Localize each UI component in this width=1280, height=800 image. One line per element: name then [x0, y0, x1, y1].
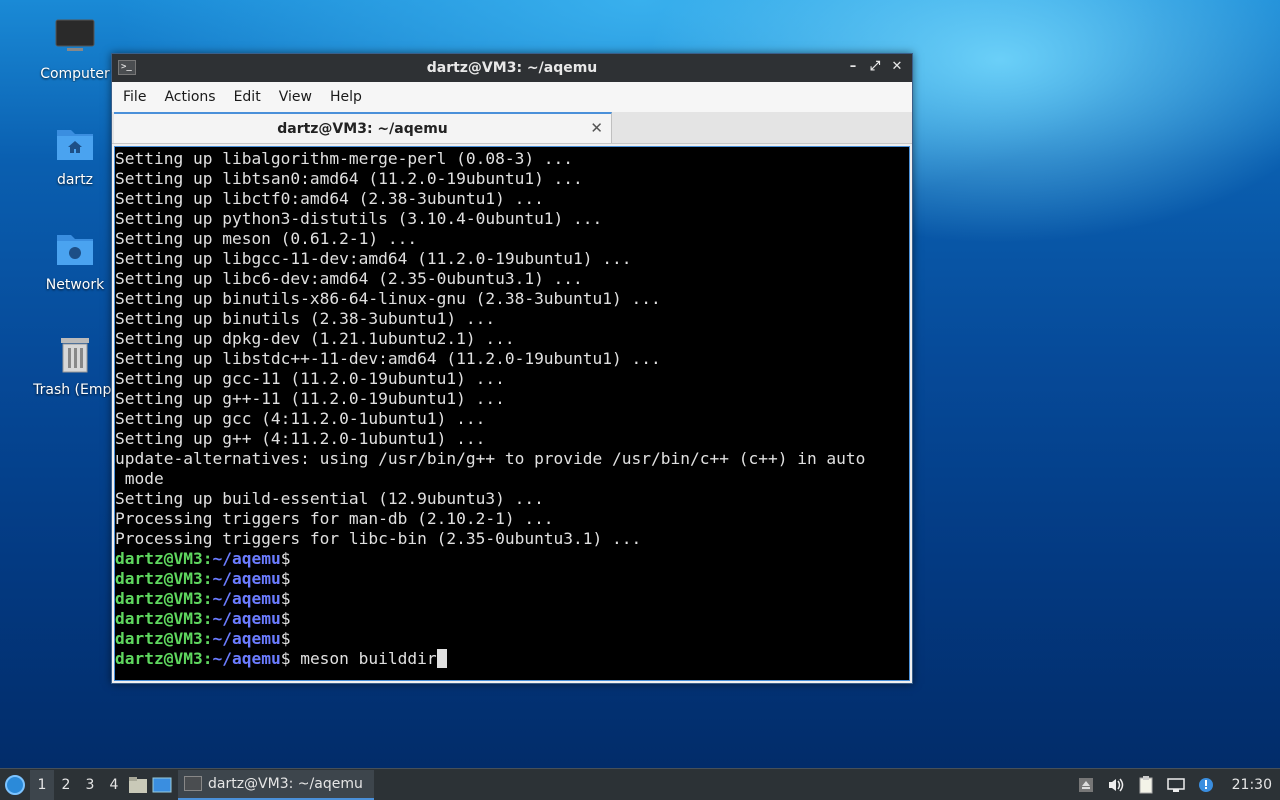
terminal-line: Setting up libctf0:amd64 (2.38-3ubuntu1)… — [115, 189, 544, 208]
workspace-2[interactable]: 2 — [54, 770, 78, 800]
prompt-command: $ meson builddir — [280, 649, 437, 668]
desktop-icon-label: dartz — [56, 172, 94, 188]
terminal-line: Setting up libstdc++-11-dev:amd64 (11.2.… — [115, 349, 661, 368]
taskbar-item-terminal[interactable]: dartz@VM3: ~/aqemu — [178, 769, 374, 800]
prompt-user: dartz@VM3: — [115, 649, 213, 668]
terminal-line: Processing triggers for man-db (2.10.2-1… — [115, 509, 554, 528]
terminal-line: Setting up python3-distutils (3.10.4-0ub… — [115, 209, 603, 228]
desktop-icon-home[interactable]: dartz — [25, 122, 125, 188]
menubar: File Actions Edit View Help — [112, 82, 912, 112]
minimize-button[interactable]: – — [844, 58, 862, 76]
prompt-end: $ — [280, 609, 291, 628]
workspace-3[interactable]: 3 — [78, 770, 102, 800]
prompt-end: $ — [280, 589, 291, 608]
network-folder-icon — [53, 227, 97, 271]
menu-actions[interactable]: Actions — [155, 89, 224, 105]
terminal-line: Setting up binutils-x86-64-linux-gnu (2.… — [115, 289, 661, 308]
terminal-line: Setting up meson (0.61.2-1) ... — [115, 229, 418, 248]
tab-title: dartz@VM3: ~/aqemu — [277, 120, 448, 137]
prompt-user: dartz@VM3: — [115, 629, 213, 648]
workspace-1[interactable]: 1 — [30, 769, 54, 800]
desktop-icon-network[interactable]: Network — [25, 227, 125, 293]
prompt-path: ~/aqemu — [212, 649, 281, 668]
terminal-app-icon[interactable]: >_ — [118, 60, 136, 75]
terminal-line: Setting up build-essential (12.9ubuntu3)… — [115, 489, 544, 508]
workspace-4[interactable]: 4 — [102, 770, 126, 800]
terminal-line: Setting up dpkg-dev (1.21.1ubuntu2.1) ..… — [115, 329, 515, 348]
tab-terminal[interactable]: dartz@VM3: ~/aqemu ✕ — [114, 112, 612, 143]
terminal-window: >_ dartz@VM3: ~/aqemu – ⤢ ✕ File Actions… — [111, 53, 913, 684]
terminal-icon — [184, 776, 202, 791]
window-titlebar[interactable]: >_ dartz@VM3: ~/aqemu – ⤢ ✕ — [112, 54, 912, 82]
close-button[interactable]: ✕ — [888, 58, 906, 76]
system-tray: 21:30 — [1076, 775, 1280, 795]
prompt-end: $ — [280, 569, 291, 588]
taskbar: 1 2 3 4 dartz@VM3: ~/aqemu 21:30 — [0, 768, 1280, 800]
prompt-user: dartz@VM3: — [115, 549, 213, 568]
prompt-user: dartz@VM3: — [115, 589, 213, 608]
prompt-user: dartz@VM3: — [115, 609, 213, 628]
volume-icon[interactable] — [1106, 775, 1126, 795]
terminal-line: Setting up libc6-dev:amd64 (2.35-0ubuntu… — [115, 269, 583, 288]
prompt-end: $ — [280, 549, 291, 568]
maximize-button[interactable]: ⤢ — [866, 58, 884, 76]
desktop-icon-label: Network — [45, 277, 105, 293]
computer-icon — [53, 16, 97, 60]
taskbar-item-label: dartz@VM3: ~/aqemu — [208, 775, 363, 792]
desktop-icon-trash[interactable]: Trash (Empt — [25, 332, 125, 398]
terminal-prompt-line: dartz@VM3:~/aqemu$ — [115, 609, 909, 629]
menu-help[interactable]: Help — [321, 89, 371, 105]
terminal-line: Setting up libtsan0:amd64 (11.2.0-19ubun… — [115, 169, 583, 188]
tab-close-icon[interactable]: ✕ — [590, 119, 603, 137]
terminal-line: Setting up g++ (4:11.2.0-1ubuntu1) ... — [115, 429, 486, 448]
prompt-end: $ — [280, 629, 291, 648]
prompt-user: dartz@VM3: — [115, 569, 213, 588]
terminal-cursor — [436, 649, 447, 668]
clock[interactable]: 21:30 — [1232, 777, 1272, 793]
show-desktop-icon[interactable] — [150, 770, 174, 800]
terminal-line: Setting up libgcc-11-dev:amd64 (11.2.0-1… — [115, 249, 632, 268]
start-menu-button[interactable] — [0, 770, 30, 800]
prompt-path: ~/aqemu — [212, 549, 281, 568]
terminal-prompt-line: dartz@VM3:~/aqemu$ meson builddir — [115, 649, 909, 669]
terminal-prompt-line: dartz@VM3:~/aqemu$ — [115, 589, 909, 609]
desktop-icon-label: Computer — [40, 66, 110, 82]
tab-bar: dartz@VM3: ~/aqemu ✕ — [112, 112, 912, 144]
desktop-icon-computer[interactable]: Computer — [25, 16, 125, 82]
prompt-path: ~/aqemu — [212, 569, 281, 588]
prompt-path: ~/aqemu — [212, 609, 281, 628]
file-manager-icon[interactable] — [126, 770, 150, 800]
menu-view[interactable]: View — [270, 89, 321, 105]
terminal-line: update-alternatives: using /usr/bin/g++ … — [115, 449, 866, 468]
terminal-line: mode — [115, 469, 164, 488]
window-title: dartz@VM3: ~/aqemu — [426, 60, 598, 76]
prompt-path: ~/aqemu — [212, 589, 281, 608]
terminal-prompt-line: dartz@VM3:~/aqemu$ — [115, 569, 909, 589]
terminal-output[interactable]: Setting up libalgorithm-merge-perl (0.08… — [114, 146, 910, 681]
terminal-line: Setting up gcc (4:11.2.0-1ubuntu1) ... — [115, 409, 486, 428]
menu-file[interactable]: File — [114, 89, 155, 105]
eject-icon[interactable] — [1076, 775, 1096, 795]
terminal-line: Setting up g++-11 (11.2.0-19ubuntu1) ... — [115, 389, 505, 408]
home-folder-icon — [53, 122, 97, 166]
desktop-icon-label: Trash (Empt — [33, 382, 117, 398]
clipboard-icon[interactable] — [1136, 775, 1156, 795]
terminal-line: Processing triggers for libc-bin (2.35-0… — [115, 529, 642, 548]
menu-edit[interactable]: Edit — [225, 89, 270, 105]
prompt-path: ~/aqemu — [212, 629, 281, 648]
terminal-line: Setting up binutils (2.38-3ubuntu1) ... — [115, 309, 496, 328]
update-notifier-icon[interactable] — [1196, 775, 1216, 795]
network-icon[interactable] — [1166, 775, 1186, 795]
terminal-line: Setting up libalgorithm-merge-perl (0.08… — [115, 149, 574, 168]
terminal-line: Setting up gcc-11 (11.2.0-19ubuntu1) ... — [115, 369, 505, 388]
trash-icon — [53, 332, 97, 376]
terminal-prompt-line: dartz@VM3:~/aqemu$ — [115, 629, 909, 649]
lubuntu-logo-icon — [5, 774, 25, 795]
terminal-prompt-line: dartz@VM3:~/aqemu$ — [115, 549, 909, 569]
